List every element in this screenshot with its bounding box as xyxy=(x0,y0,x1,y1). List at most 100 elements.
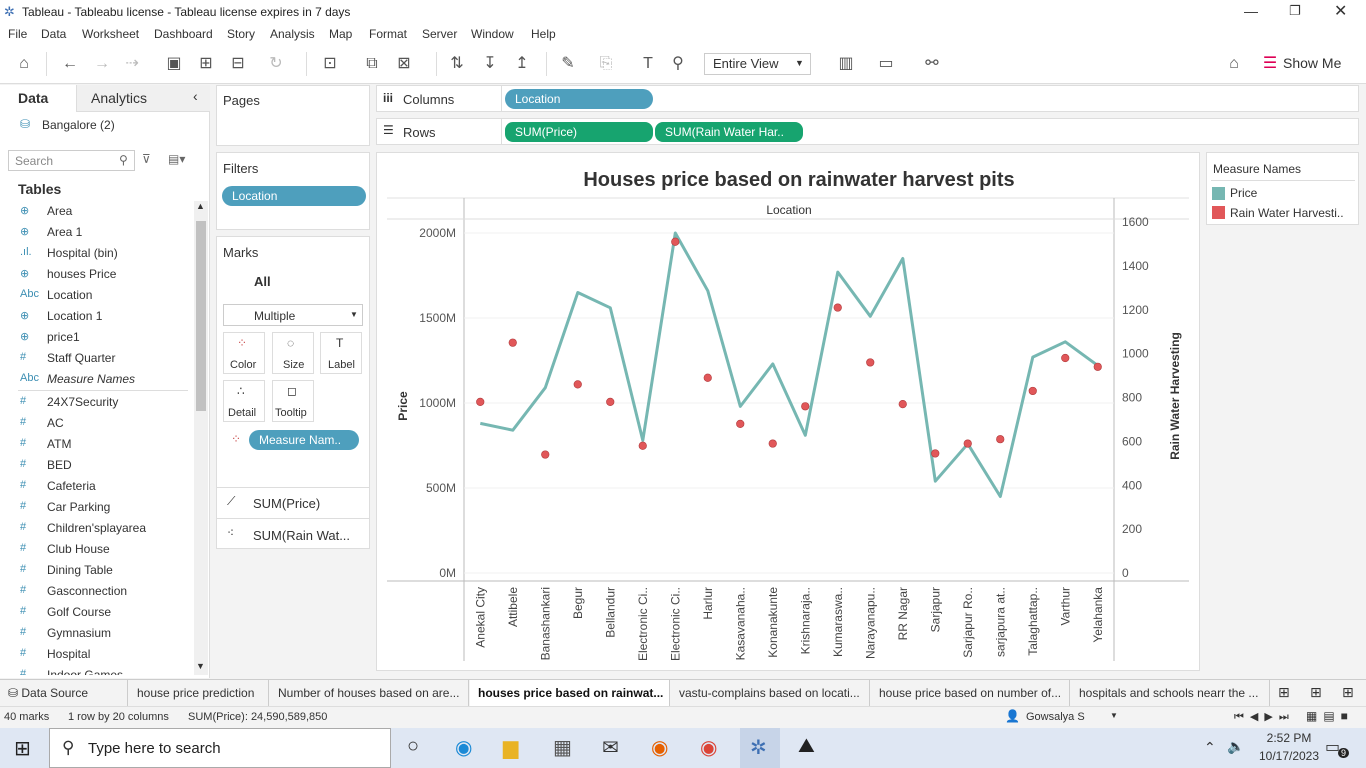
rows-pill-price[interactable]: SUM(Price) xyxy=(505,122,653,142)
field-item[interactable]: # Hospital xyxy=(0,644,195,665)
mark-type-dropdown[interactable]: Multiple ▼ xyxy=(223,304,363,326)
chevron-down-icon[interactable]: ▼ xyxy=(1110,711,1118,720)
marks-card[interactable]: Marks All Multiple ▼ ⁘ Color ◌ Size T La… xyxy=(216,236,370,549)
chrome-icon[interactable]: ◉ xyxy=(700,735,717,760)
menu-file[interactable]: File xyxy=(8,27,27,41)
clear-sheet-icon[interactable]: ⊠ xyxy=(394,54,414,74)
tooltip-button[interactable]: ◻ Tooltip xyxy=(272,380,314,422)
scroll-down-icon[interactable]: ▼ xyxy=(196,661,205,671)
firefox-icon[interactable]: ◉ xyxy=(651,735,668,760)
filters-card[interactable]: Filters Location xyxy=(216,152,370,230)
clock-date[interactable]: 10/17/2023 xyxy=(1252,749,1326,763)
sheet-tab-active[interactable]: houses price based on rainwat... xyxy=(470,680,670,706)
fit-dropdown[interactable]: Entire View ▼ xyxy=(704,53,811,75)
scroll-up-icon[interactable]: ▲ xyxy=(196,201,205,211)
legend-item-rain[interactable]: Rain Water Harvesti.. xyxy=(1230,206,1344,220)
status-user[interactable]: Gowsalya S xyxy=(1026,711,1085,723)
datasource-name[interactable]: Bangalore (2) xyxy=(42,118,115,132)
tab-data[interactable]: Data xyxy=(18,90,48,106)
field-item[interactable]: # ATM xyxy=(0,434,195,455)
marks-tab-price[interactable]: ⟋ SUM(Price) xyxy=(217,487,369,518)
undo-icon[interactable]: ← xyxy=(60,54,80,74)
field-item[interactable]: Abc Measure Names xyxy=(0,369,195,391)
field-item[interactable]: ⊕ Location 1 xyxy=(0,306,195,327)
field-item[interactable]: # Golf Course xyxy=(0,602,195,623)
field-item[interactable]: ⊕ Area 1 xyxy=(0,222,195,243)
show-me-icon[interactable]: ☰ xyxy=(1260,54,1280,74)
field-item[interactable]: # Gymnasium xyxy=(0,623,195,644)
labels-icon[interactable]: T xyxy=(638,54,658,74)
restore-icon[interactable]: ❐ xyxy=(1289,3,1301,19)
marks-tab-rain[interactable]: ⁖ SUM(Rain Wat... xyxy=(217,518,369,549)
view-mode-icon[interactable]: ▦▤■ xyxy=(1306,709,1354,723)
menu-analysis[interactable]: Analysis xyxy=(270,27,315,41)
menu-story[interactable]: Story xyxy=(227,27,255,41)
field-item[interactable]: # Staff Quarter xyxy=(0,348,195,369)
format-painter-icon[interactable]: ⌂ xyxy=(1224,54,1244,74)
sheet-tab[interactable]: house price based on number of... xyxy=(871,680,1070,706)
sheet-nav-icon[interactable]: ⏮◀▶⏭ xyxy=(1234,710,1295,724)
tab-analytics[interactable]: Analytics xyxy=(91,90,147,106)
measure-names-pill[interactable]: Measure Nam.. xyxy=(249,430,359,450)
home-icon[interactable]: ⌂ xyxy=(14,54,34,74)
redo-icon[interactable]: → xyxy=(92,54,112,74)
save-icon[interactable]: ▣ xyxy=(164,54,184,74)
collapse-icon[interactable]: ‹ xyxy=(193,88,198,104)
menu-data[interactable]: Data xyxy=(41,27,66,41)
new-worksheet-icon[interactable]: ⊡ xyxy=(320,54,340,74)
sheet-tab[interactable]: hospitals and schools nearr the ... xyxy=(1071,680,1270,706)
photos-icon[interactable]: ⛰ xyxy=(798,735,815,758)
scrollbar[interactable]: ▲ ▼ xyxy=(194,201,208,675)
chevron-up-icon[interactable]: ⌃ xyxy=(1204,739,1216,756)
close-icon[interactable]: ✕ xyxy=(1334,1,1347,21)
tab-data-source[interactable]: ⛁ Data Source xyxy=(0,680,128,706)
swap-icon[interactable]: ⇅ xyxy=(447,54,467,74)
field-item[interactable]: # BED xyxy=(0,455,195,476)
color-button[interactable]: ⁘ Color xyxy=(223,332,265,374)
menu-server[interactable]: Server xyxy=(422,27,457,41)
taskbar-search-input[interactable]: ⚲ Type here to search xyxy=(49,728,391,768)
file-explorer-icon[interactable]: ▆ xyxy=(503,735,518,760)
filter-pill-location[interactable]: Location xyxy=(222,186,366,206)
rows-pill-rain[interactable]: SUM(Rain Water Har.. xyxy=(655,122,803,142)
menu-map[interactable]: Map xyxy=(329,27,352,41)
menu-help[interactable]: Help xyxy=(531,27,556,41)
task-view-icon[interactable]: ○ xyxy=(407,735,419,758)
refresh-icon[interactable]: ↻ xyxy=(266,54,286,74)
mail-icon[interactable]: ✉ xyxy=(602,735,619,760)
sheet-tab[interactable]: house price prediction xyxy=(129,680,269,706)
field-item[interactable]: ⊕ Area xyxy=(0,201,195,222)
volume-icon[interactable]: 🔈 xyxy=(1227,738,1244,755)
new-dashboard-tab-icon[interactable]: ⊞ xyxy=(1310,684,1322,701)
sheet-tab[interactable]: Number of houses based on are... xyxy=(270,680,469,706)
view-options-icon[interactable]: ▤▾ xyxy=(168,152,185,166)
field-item[interactable]: Abc Location xyxy=(0,285,195,306)
field-item[interactable]: # Club House xyxy=(0,539,195,560)
legend-card[interactable]: Measure Names Price Rain Water Harvesti.… xyxy=(1206,152,1359,225)
sheet-tab[interactable]: vastu-complains based on locati... xyxy=(671,680,870,706)
store-icon[interactable]: ▦ xyxy=(553,735,572,760)
minimize-icon[interactable]: — xyxy=(1244,3,1258,19)
rows-shelf[interactable]: ☰ Rows SUM(Price) SUM(Rain Water Har.. xyxy=(376,118,1359,145)
field-item[interactable]: # Dining Table xyxy=(0,560,195,581)
detail-button[interactable]: ∴ Detail xyxy=(223,380,265,422)
columns-shelf[interactable]: iii Columns Location xyxy=(376,85,1359,112)
new-worksheet-tab-icon[interactable]: ⊞ xyxy=(1278,684,1290,701)
field-item[interactable]: # Gasconnection xyxy=(0,581,195,602)
duplicate-icon[interactable]: ⧉ xyxy=(362,54,382,74)
marks-all[interactable]: All xyxy=(254,274,271,289)
new-datasource-icon[interactable]: ⊞ xyxy=(196,54,216,74)
pages-card[interactable]: Pages xyxy=(216,85,370,146)
share-icon[interactable]: ⚯ xyxy=(922,54,942,74)
size-button[interactable]: ◌ Size xyxy=(272,332,314,374)
show-me-button[interactable]: Show Me xyxy=(1283,55,1341,71)
menu-window[interactable]: Window xyxy=(471,27,514,41)
pause-updates-icon[interactable]: ⊟ xyxy=(228,54,248,74)
scrollbar-thumb[interactable] xyxy=(196,221,206,411)
field-item[interactable]: # Children'splayarea xyxy=(0,518,195,539)
tableau-task-active[interactable]: ✲ xyxy=(740,728,780,768)
new-story-tab-icon[interactable]: ⊞ xyxy=(1342,684,1354,701)
pin-icon[interactable]: ⚲ xyxy=(668,54,688,74)
label-button[interactable]: T Label xyxy=(320,332,362,374)
menu-worksheet[interactable]: Worksheet xyxy=(82,27,139,41)
